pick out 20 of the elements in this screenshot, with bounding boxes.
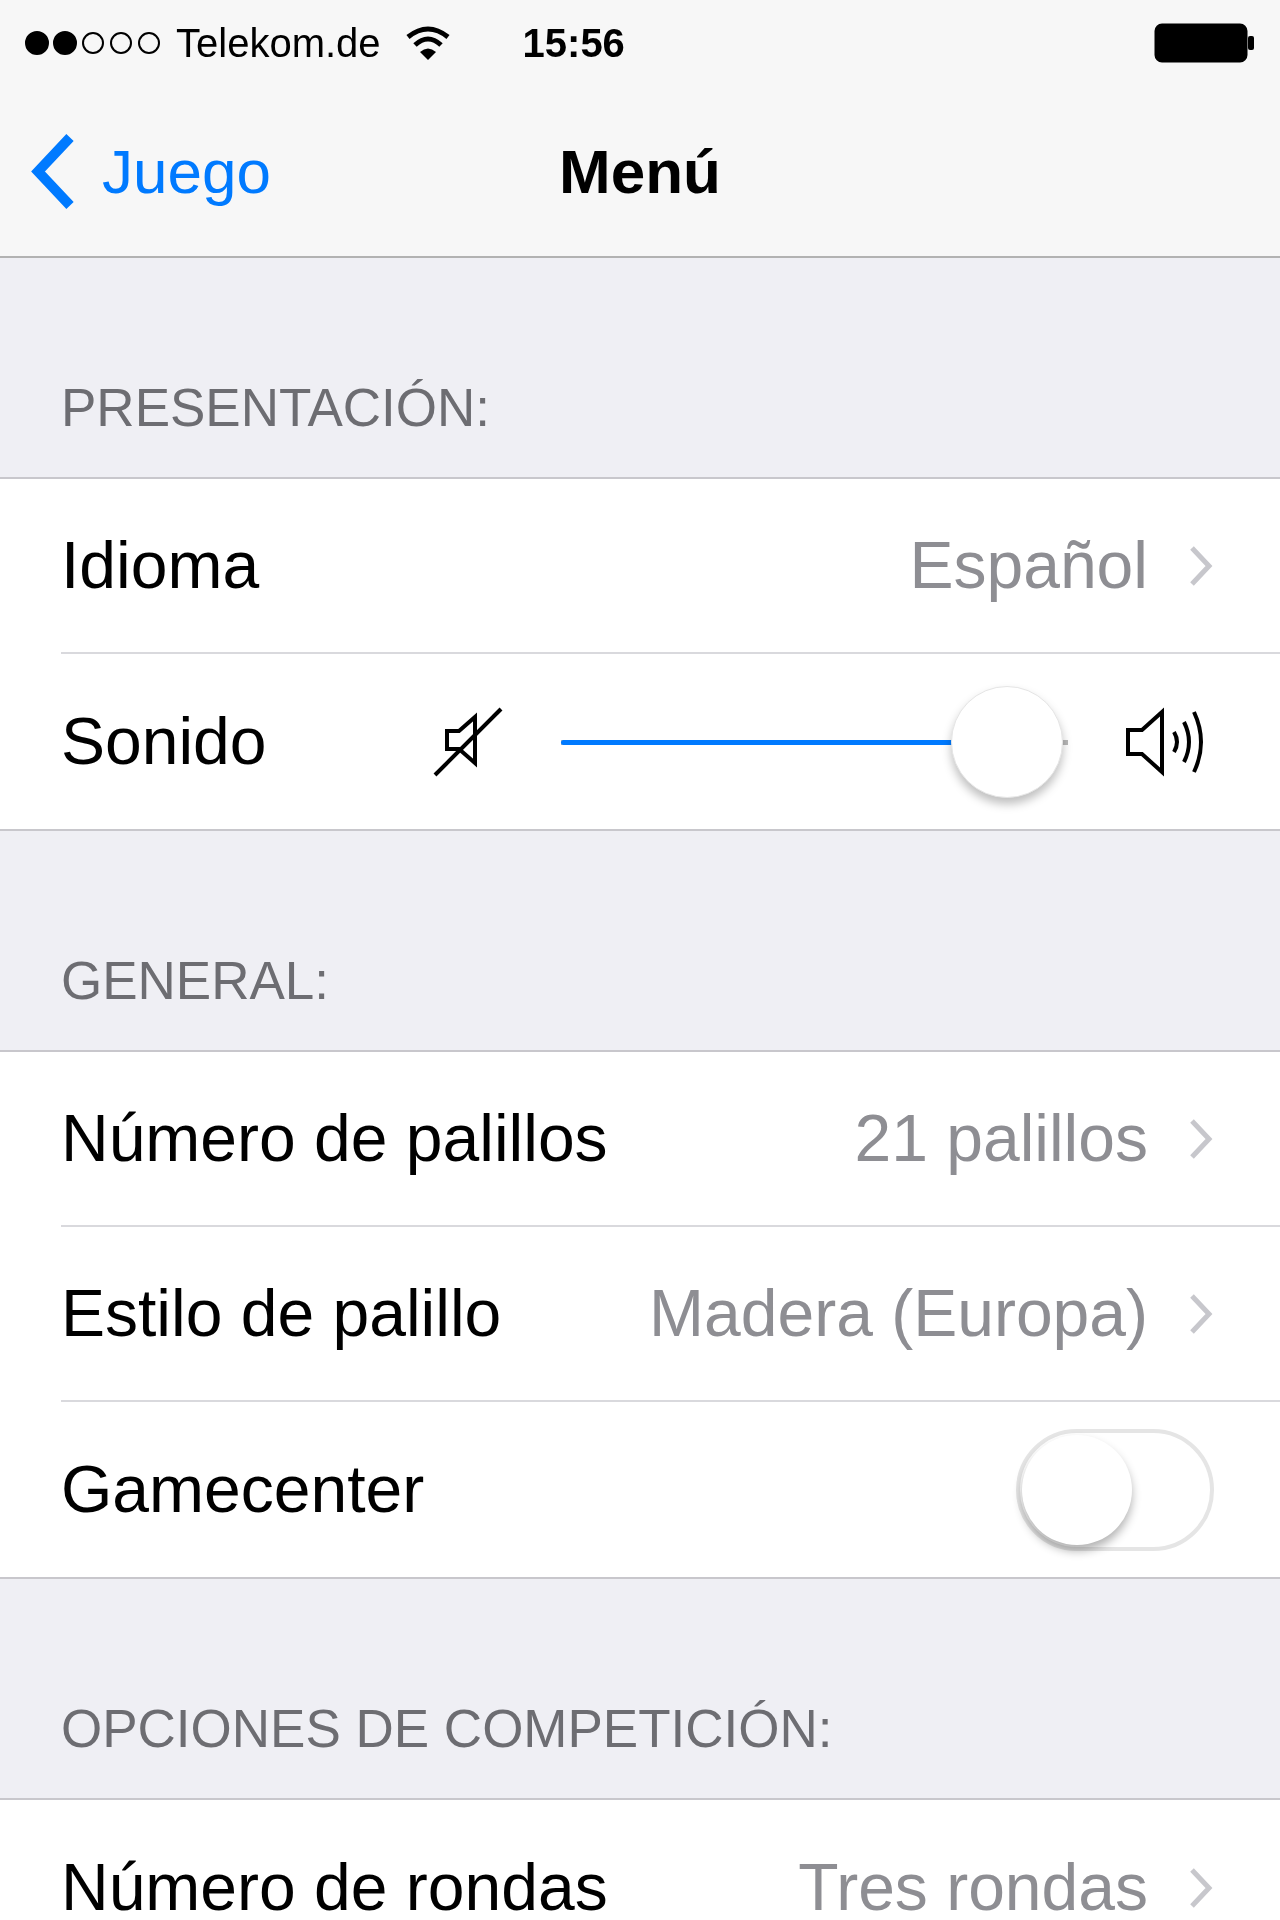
row-label: Número de palillos bbox=[61, 1100, 608, 1177]
row-label: Estilo de palillo bbox=[61, 1275, 502, 1352]
slider-thumb[interactable] bbox=[951, 685, 1064, 798]
carrier-name: Telekom.de bbox=[176, 20, 381, 67]
section-header: GENERAL: bbox=[61, 949, 330, 1012]
wifi-icon bbox=[404, 25, 451, 61]
section-header: PRESENTACIÓN: bbox=[61, 376, 490, 439]
row-value: Español bbox=[909, 527, 1148, 604]
nav-title: Menú bbox=[559, 135, 721, 208]
row-value: 21 palillos bbox=[854, 1100, 1148, 1177]
row-value: Madera (Europa) bbox=[649, 1275, 1148, 1352]
battery-icon bbox=[1154, 23, 1256, 63]
row-label: Sonido bbox=[61, 703, 268, 780]
row-label: Gamecenter bbox=[61, 1451, 425, 1528]
row-label: Número de rondas bbox=[61, 1849, 608, 1920]
clock-time: 15:56 bbox=[522, 20, 625, 67]
back-button[interactable]: Juego bbox=[30, 124, 271, 218]
row-value: Tres rondas bbox=[798, 1849, 1148, 1920]
row-label: Idioma bbox=[61, 527, 260, 604]
section-header: OPCIONES DE COMPETICIÓN: bbox=[61, 1697, 833, 1760]
